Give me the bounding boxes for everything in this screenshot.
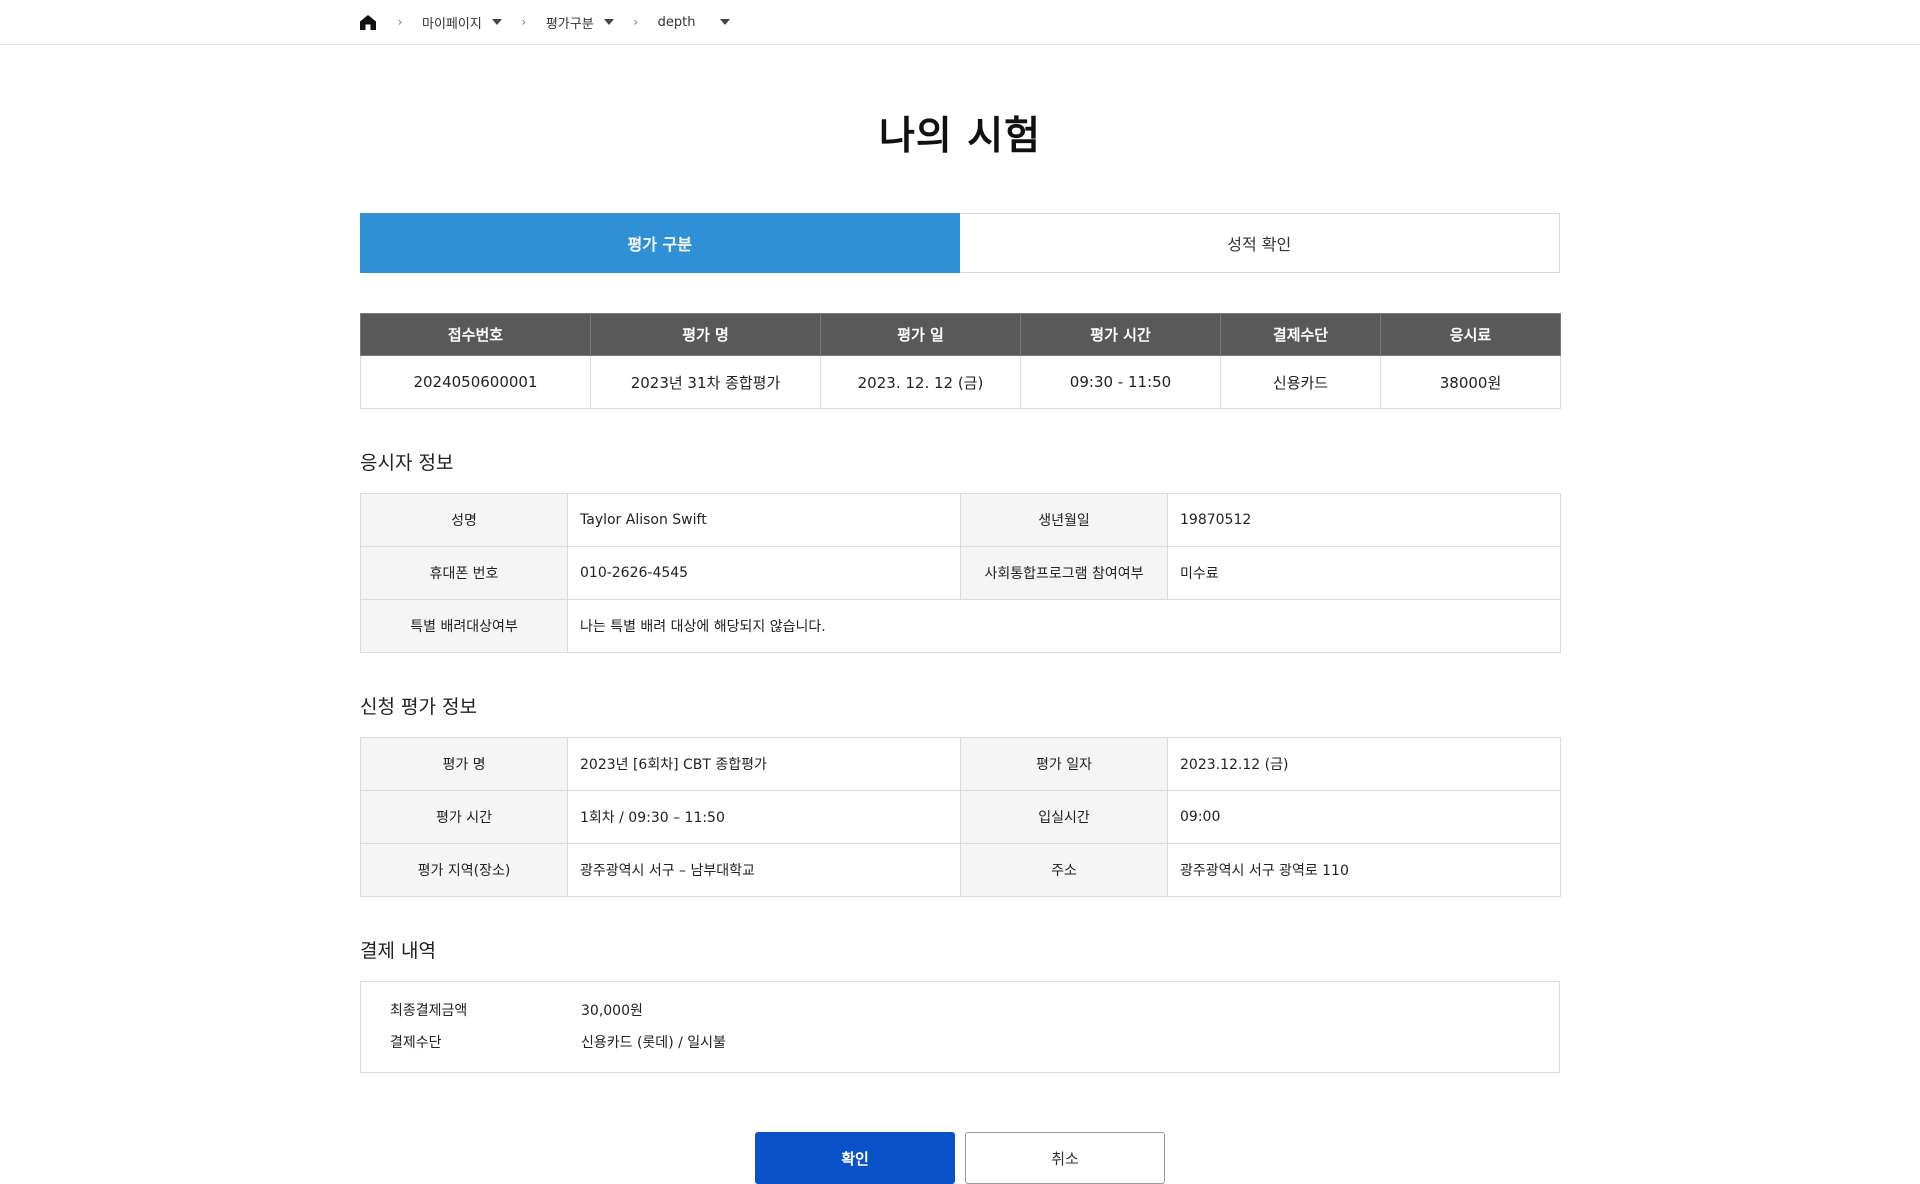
payment-amount: 30,000원 [581,1003,643,1019]
field-label: 주소 [960,843,1168,897]
payment-method: 신용카드 (롯데) / 일시불 [581,1035,726,1051]
table-row: 평가 시간 1회차 / 09:30 – 11:50 입실시간 09:00 [360,790,1561,844]
field-label: 평가 시간 [360,790,568,844]
applicant-program-status: 미수료 [1167,546,1561,600]
field-label: 성명 [360,493,568,547]
table-cell: 신용카드 [1220,355,1381,409]
exam-region: 광주광역시 서구 – 남부대학교 [567,843,961,897]
column-header: 평가 시간 [1020,313,1221,356]
home-icon[interactable] [358,12,378,32]
table-row: 휴대폰 번호 010-2626-4545 사회통합프로그램 참여여부 미수료 [360,546,1561,600]
breadcrumb-item-category[interactable]: 평가구분 [546,13,614,32]
table-cell: 2023년 31차 종합평가 [590,355,821,409]
column-header: 응시료 [1380,313,1561,356]
field-label: 결제수단 [390,1035,442,1051]
tab-score-check[interactable]: 성적 확인 [959,213,1560,273]
table-cell: 09:30 - 11:50 [1020,355,1221,409]
table-header-row: 접수번호 평가 명 평가 일 평가 시간 결제수단 응시료 [360,313,1561,356]
table-cell: 38000원 [1380,355,1561,409]
cancel-button[interactable]: 취소 [965,1132,1165,1184]
column-header: 접수번호 [360,313,591,356]
breadcrumb-label: depth [657,14,696,30]
table-cell: 2024050600001 [360,355,591,409]
tab-bar: 평가 구분 성적 확인 [360,213,1560,273]
field-label: 평가 일자 [960,737,1168,791]
field-label: 휴대폰 번호 [360,546,568,600]
exam-address: 광주광역시 서구 광역로 110 [1167,843,1561,897]
field-label: 평가 명 [360,737,568,791]
exam-name: 2023년 [6회차] CBT 종합평가 [567,737,961,791]
caret-down-icon [603,19,614,25]
payment-details-box: 최종결제금액 30,000원 결제수단 신용카드 (롯데) / 일시불 [360,981,1560,1073]
column-header: 평가 명 [590,313,821,356]
breadcrumb-label: 마이페이지 [422,16,482,32]
column-header: 평가 일 [820,313,1021,356]
tab-evaluation-category[interactable]: 평가 구분 [360,213,960,273]
table-row: 특별 배려대상여부 나는 특별 배려 대상에 해당되지 않습니다. [360,599,1561,653]
field-label: 평가 지역(장소) [360,843,568,897]
field-label: 입실시간 [960,790,1168,844]
chevron-right-icon: › [397,15,403,29]
action-buttons: 확인 취소 [360,1132,1560,1184]
field-label: 특별 배려대상여부 [360,599,568,653]
breadcrumb-label: 평가구분 [545,16,594,32]
applicant-info-table: 성명 Taylor Alison Swift 생년월일 19870512 휴대폰… [360,493,1561,653]
confirm-button[interactable]: 확인 [755,1132,955,1184]
exam-date: 2023.12.12 (금) [1167,737,1561,791]
table-row: 평가 명 2023년 [6회차] CBT 종합평가 평가 일자 2023.12.… [360,737,1561,791]
caret-down-icon [491,19,502,25]
chevron-right-icon: › [521,15,527,29]
caret-down-icon [719,19,730,25]
exam-section-title: 신청 평가 정보 [360,696,477,718]
table-row: 평가 지역(장소) 광주광역시 서구 – 남부대학교 주소 광주광역시 서구 광… [360,843,1561,897]
field-label: 최종결제금액 [390,1003,468,1019]
applicant-special-consideration: 나는 특별 배려 대상에 해당되지 않습니다. [567,599,1561,653]
breadcrumb-item-mypage[interactable]: 마이페이지 [422,13,502,32]
table-row: 성명 Taylor Alison Swift 생년월일 19870512 [360,493,1561,547]
breadcrumb: › 마이페이지 › 평가구분 › depth [358,0,730,44]
payment-amount-row: 최종결제금액 30,000원 [361,1000,1559,1020]
registration-summary-table: 접수번호 평가 명 평가 일 평가 시간 결제수단 응시료 2024050600… [360,313,1561,409]
chevron-right-icon: › [633,15,639,29]
applicant-birthdate: 19870512 [1167,493,1561,547]
exam-entry-time: 09:00 [1167,790,1561,844]
top-navigation-bar: › 마이페이지 › 평가구분 › depth [0,0,1920,45]
applicant-section-title: 응시자 정보 [360,452,454,474]
exam-time: 1회차 / 09:30 – 11:50 [567,790,961,844]
payment-method-row: 결제수단 신용카드 (롯데) / 일시불 [361,1032,1559,1052]
page-title: 나의 시험 [878,114,1042,159]
field-label: 사회통합프로그램 참여여부 [960,546,1168,600]
breadcrumb-item-depth[interactable]: depth [658,15,730,30]
applicant-phone: 010-2626-4545 [567,546,961,600]
table-cell: 2023. 12. 12 (금) [820,355,1021,409]
field-label: 생년월일 [960,493,1168,547]
applicant-name: Taylor Alison Swift [567,493,961,547]
column-header: 결제수단 [1220,313,1381,356]
payment-section-title: 결제 내역 [360,940,436,962]
table-row: 2024050600001 2023년 31차 종합평가 2023. 12. 1… [360,355,1561,409]
exam-info-table: 평가 명 2023년 [6회차] CBT 종합평가 평가 일자 2023.12.… [360,737,1561,897]
